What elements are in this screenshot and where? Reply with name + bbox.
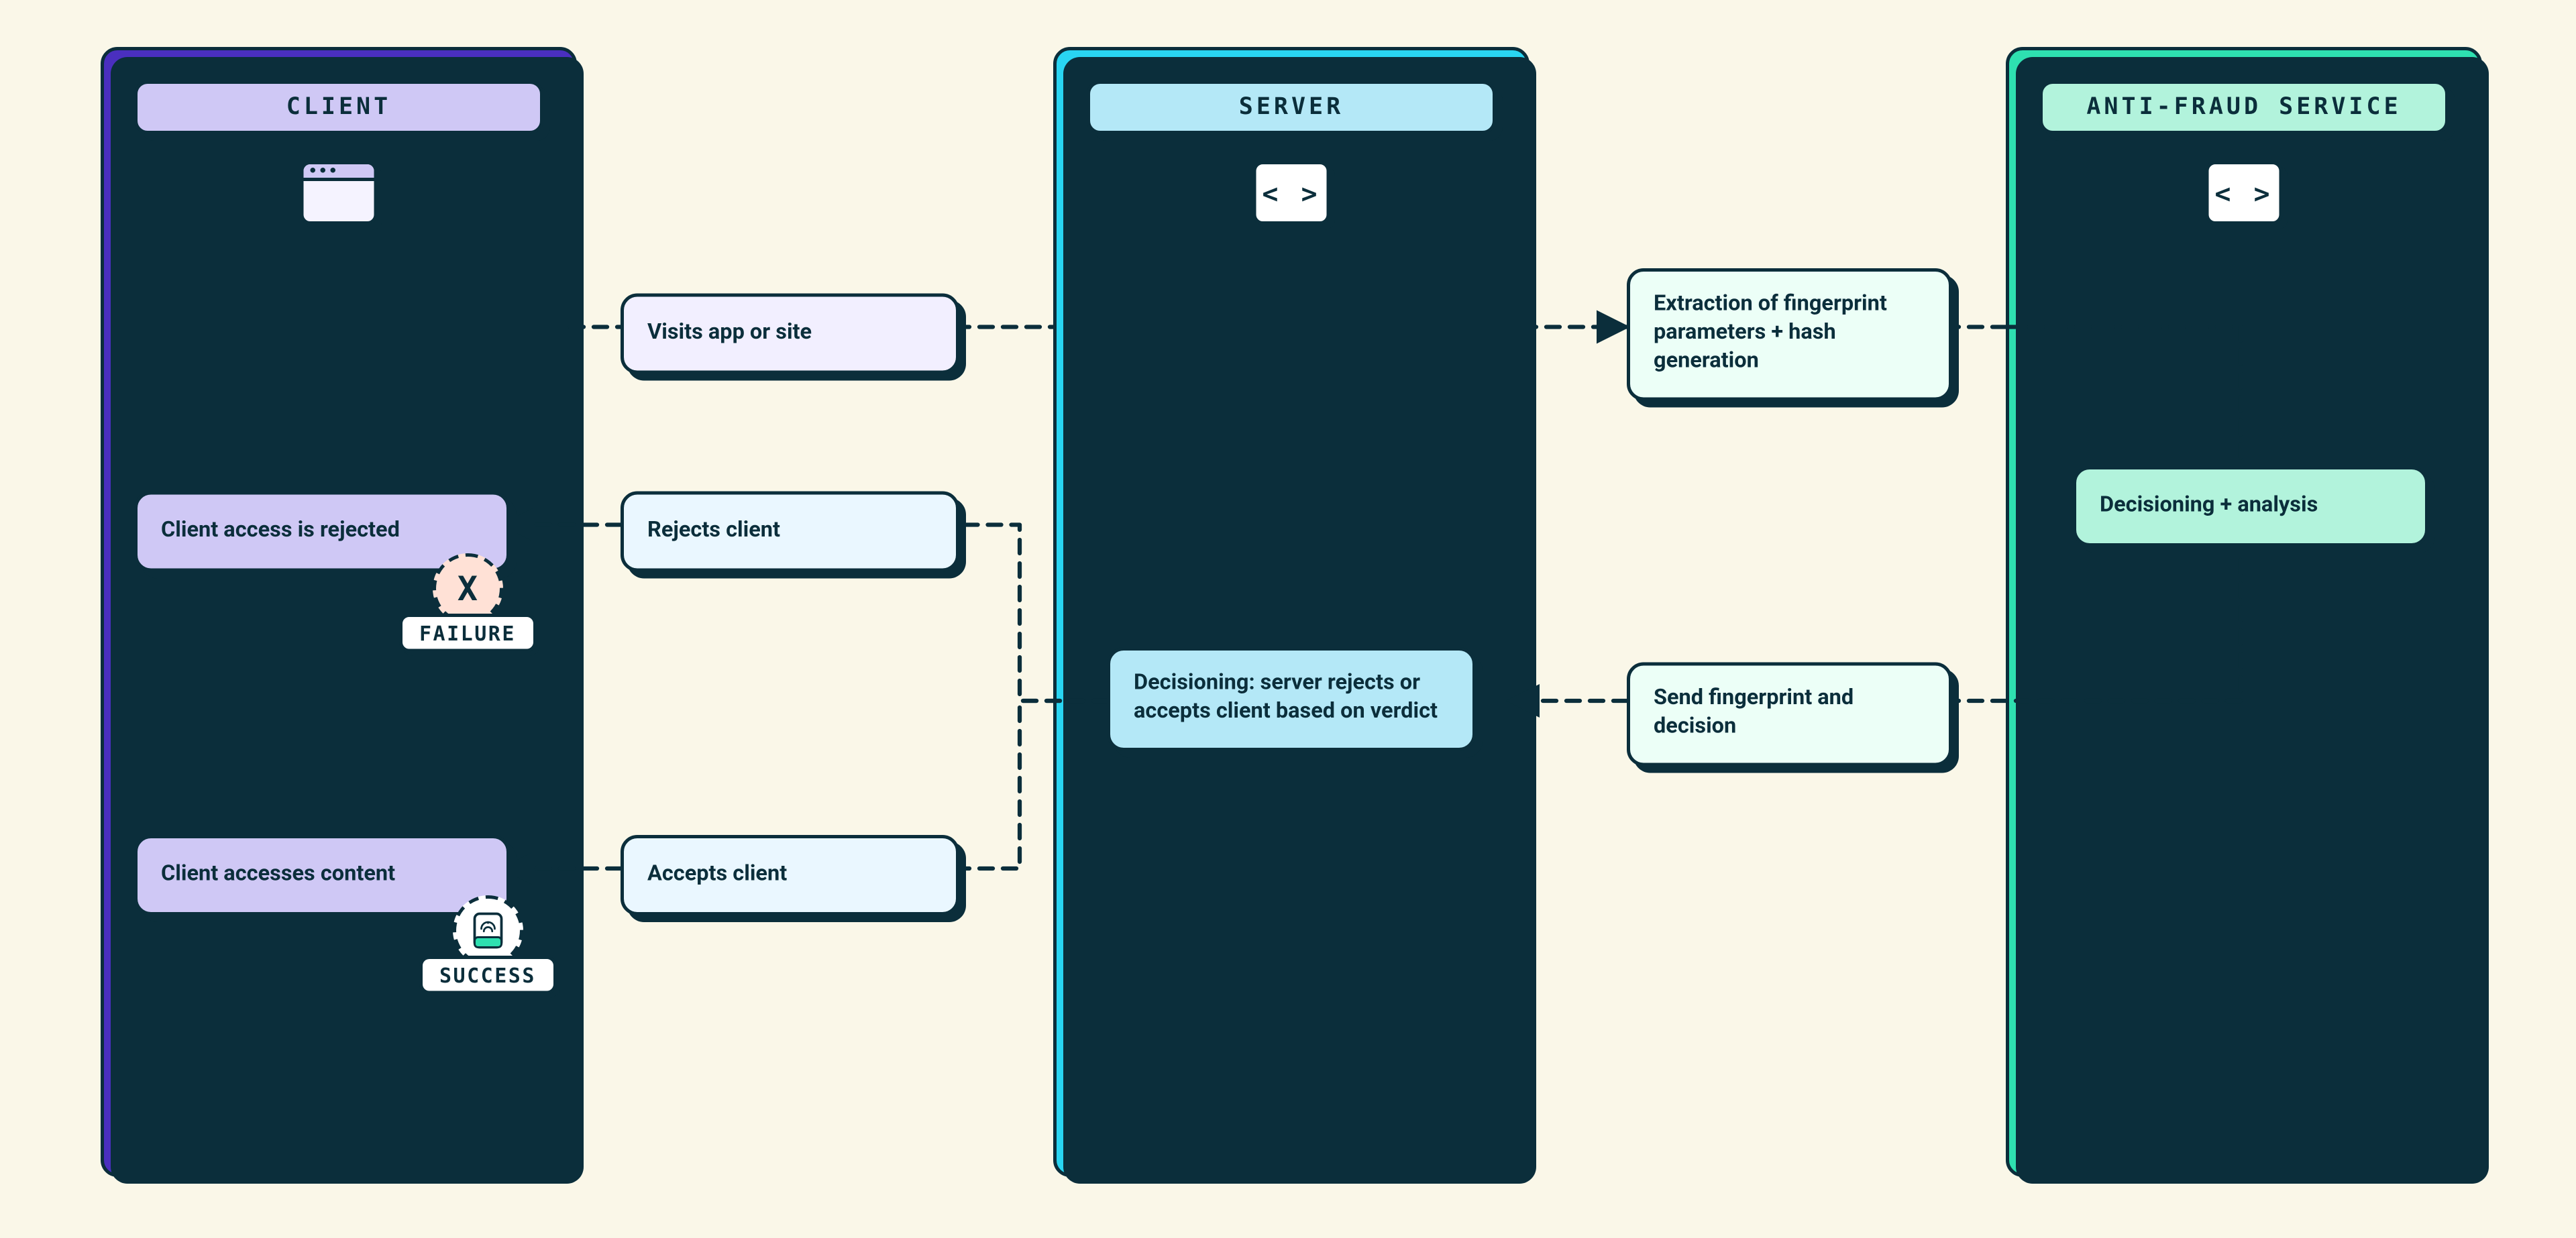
badge-success: SUCCESS [419,895,556,995]
step-visits: Visits app or site [621,294,959,374]
badge-success-label: SUCCESS [419,956,556,995]
badge-failure-label: FAILURE [399,614,536,653]
badge-failure: X FAILURE [399,553,536,653]
step-decisioning: Decisioning + analysis [2073,466,2428,547]
column-server-title: SERVER [1087,80,1496,134]
diagram-stage: CLIENT SERVER ANTI-FRAUD SERVICE Visits … [0,0,2576,1238]
step-accepts: Accepts client [621,835,959,915]
step-server-decide: Decisioning: server rejects or accepts c… [1107,647,1476,750]
step-rejects: Rejects client [621,492,959,572]
column-antifraud: ANTI-FRAUD SERVICE [2006,47,2482,1177]
code-icon [2206,161,2283,225]
column-client-title: CLIENT [134,80,543,134]
step-send-decision: Send fingerprint and decision [1627,663,1952,766]
window-icon [301,161,378,225]
column-server: SERVER [1053,47,1529,1177]
step-extract: Extraction of fingerprint parameters + h… [1627,268,1952,400]
code-icon [1253,161,1330,225]
column-antifraud-title: ANTI-FRAUD SERVICE [2039,80,2449,134]
